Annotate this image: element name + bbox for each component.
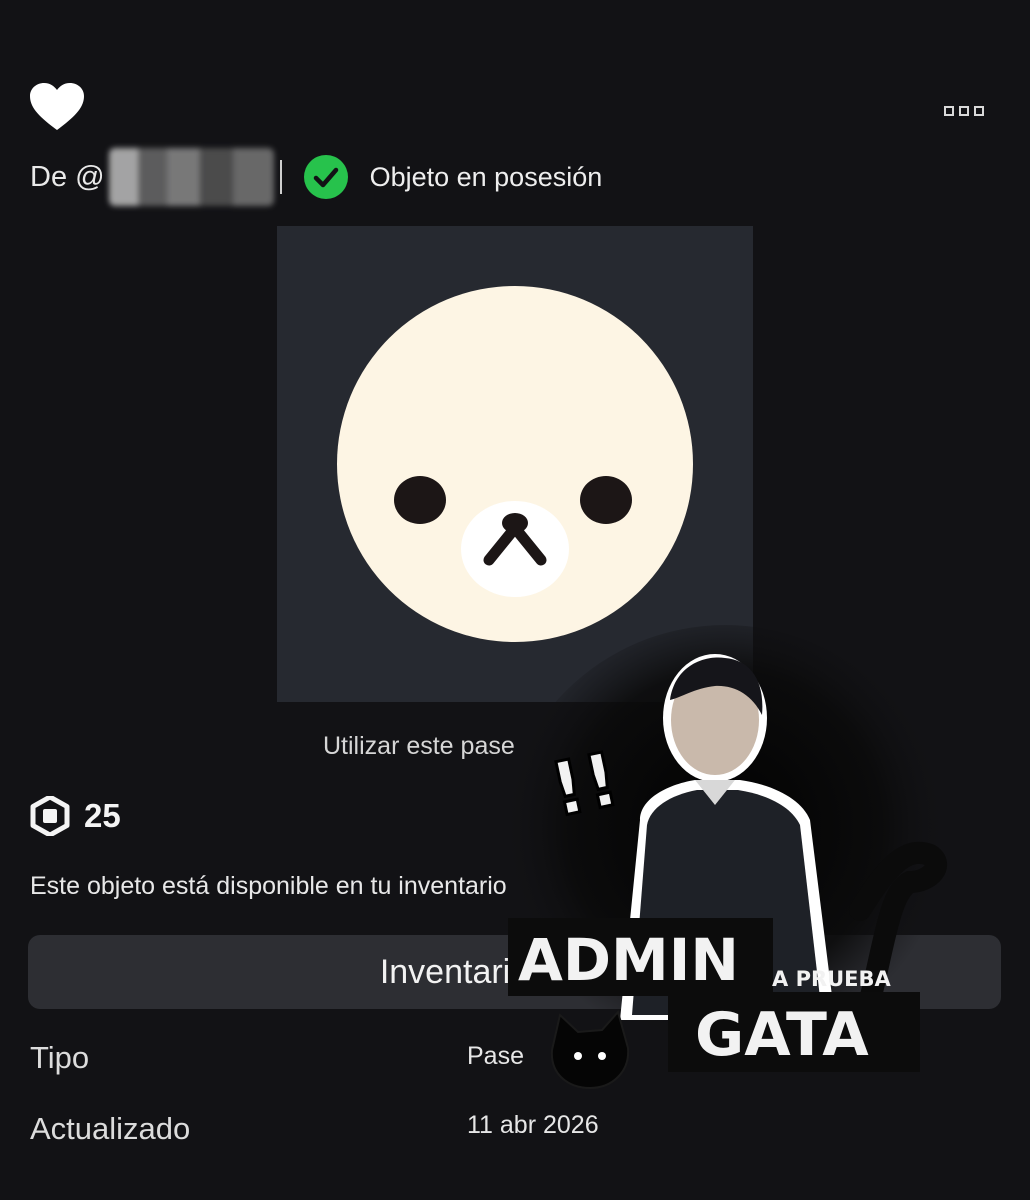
price: 25 — [30, 796, 121, 836]
check-circle-icon — [303, 155, 348, 199]
type-label: Tipo — [30, 1040, 90, 1075]
more-options-icon[interactable] — [944, 106, 990, 122]
use-pass-text: Utilizar este pase — [323, 732, 515, 760]
availability-text: Este objeto está disponible en tu invent… — [30, 872, 507, 900]
admin-subtitle: A PRUEBA — [772, 967, 892, 991]
heart-icon[interactable] — [28, 82, 86, 132]
robux-icon — [30, 796, 70, 836]
more-dot — [944, 106, 954, 116]
divider — [279, 160, 282, 194]
admin-title: ADMIN — [518, 926, 739, 994]
updated-value: 11 abr 2026 — [467, 1111, 599, 1139]
creator-name-redacted[interactable] — [108, 148, 274, 206]
creator-prefix: De @ — [30, 160, 105, 193]
updated-label: Actualizado — [30, 1111, 191, 1146]
more-dot — [974, 106, 984, 116]
admin-sticker-overlay: !! ADMIN A PRUEBA GATA — [490, 620, 960, 1090]
price-value: 25 — [84, 797, 121, 834]
ownership-label: Objeto en posesión — [369, 161, 603, 192]
gata-title: GATA — [695, 1000, 869, 1070]
more-dot — [959, 106, 969, 116]
creator-line: De @ Objeto en posesión — [30, 148, 603, 206]
